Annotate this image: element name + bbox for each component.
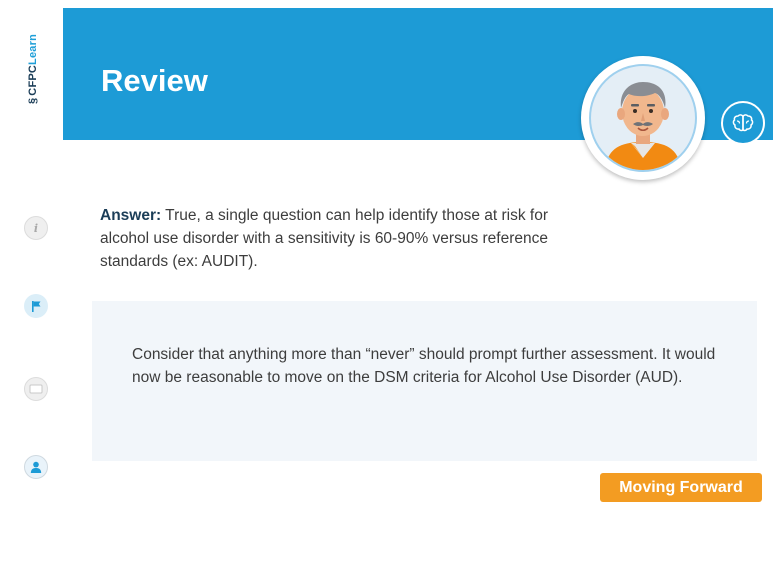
- info-icon: i: [33, 221, 39, 235]
- avatar-portrait: [589, 64, 697, 172]
- answer-label: Answer:: [100, 207, 162, 224]
- answer-text: Answer: True, a single question can help…: [100, 204, 580, 273]
- brand-name-a: CFPC: [27, 64, 39, 96]
- sidebar: § CFPC Learn i: [0, 0, 62, 586]
- brand-logo: § CFPC Learn: [24, 24, 42, 114]
- page-title: Review: [101, 63, 208, 98]
- nav-book-button[interactable]: [24, 377, 48, 401]
- brain-icon: [732, 114, 754, 132]
- doctor-avatar-icon: [605, 82, 681, 170]
- nav-info-button[interactable]: i: [24, 216, 48, 240]
- book-icon: [29, 384, 43, 394]
- brand-mark: §: [27, 97, 39, 105]
- info-panel: Consider that anything more than “never”…: [92, 301, 757, 461]
- moving-forward-button[interactable]: Moving Forward: [600, 473, 762, 502]
- brain-button[interactable]: [721, 101, 765, 145]
- panel-text: Consider that anything more than “never”…: [132, 346, 716, 386]
- flag-icon: [32, 301, 41, 312]
- user-icon: [30, 461, 42, 473]
- brand-name-b: Learn: [27, 33, 39, 65]
- avatar: [581, 56, 705, 180]
- nav-flag-button[interactable]: [24, 294, 48, 318]
- answer-body: True, a single question can help identif…: [100, 207, 549, 270]
- nav-user-button[interactable]: [24, 455, 48, 479]
